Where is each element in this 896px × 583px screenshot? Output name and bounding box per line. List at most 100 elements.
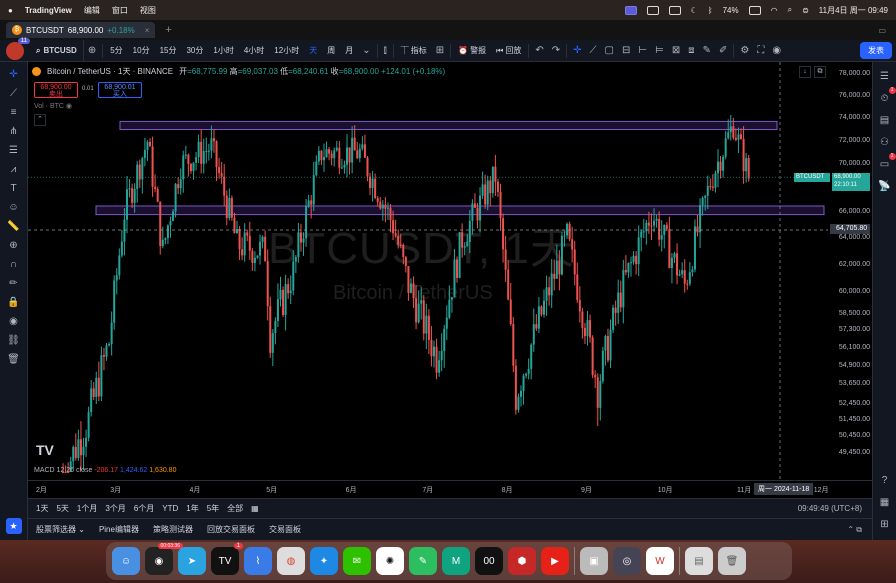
ruler-icon[interactable]: 📏 (4, 218, 24, 235)
emoji-icon[interactable]: ☺ (4, 199, 24, 216)
favorites-star-icon[interactable]: ★ (5, 518, 22, 534)
data-window-icon[interactable]: ▤ (877, 112, 893, 128)
crosshair-icon[interactable]: ✛ (4, 66, 24, 83)
crosshair-icon[interactable]: ✛ (569, 45, 585, 56)
eye-icon[interactable]: ◉ (4, 313, 24, 330)
tab-pine-editor[interactable]: Pine编辑器 (99, 524, 139, 535)
tab-strategy-tester[interactable]: 策略测试器 (153, 524, 193, 535)
horizontal-ray-icon[interactable]: ⊢ (634, 45, 651, 56)
pitchfork-icon[interactable]: ⋔ (4, 123, 24, 140)
replay-button[interactable]: ⏮ 回放 (491, 40, 526, 61)
trendline-icon[interactable]: ⟋ (586, 45, 601, 56)
tab-stock-screener[interactable]: 股票筛选器 ⌄ (36, 524, 85, 535)
pencil-lock-icon[interactable]: ✏ (4, 275, 24, 292)
battery-icon[interactable] (748, 5, 761, 15)
avatar[interactable]: 11 (6, 37, 30, 60)
pattern-icon[interactable]: ⩘ (4, 161, 24, 178)
interval-12h[interactable]: 12小时 (269, 40, 304, 61)
interval-5m[interactable]: 5分 (105, 40, 127, 61)
chrome-app-icon[interactable]: ◍ (277, 547, 305, 575)
interval-30m[interactable]: 30分 (181, 40, 208, 61)
marker-icon[interactable]: ✐ (715, 45, 731, 56)
finder-app-icon[interactable]: ☺ (112, 547, 140, 575)
calendar-icon[interactable]: ▦ (877, 494, 893, 510)
range-5y[interactable]: 5年 (207, 503, 219, 514)
range-1m[interactable]: 1个月 (77, 503, 97, 514)
brush-icon[interactable]: ✎ (699, 45, 715, 56)
wallet-icon[interactable] (668, 5, 681, 15)
screen-record-icon[interactable] (624, 5, 637, 15)
redo-icon[interactable]: ↷ (548, 45, 564, 56)
range-5d[interactable]: 5天 (56, 503, 68, 514)
menubar-item-view[interactable]: 视图 (140, 5, 156, 16)
trash-icon[interactable]: 🗑 (718, 547, 746, 575)
moon-icon[interactable]: ☾ (691, 6, 698, 15)
range-all[interactable]: 全部 (227, 503, 243, 514)
candlestick-chart[interactable] (28, 62, 872, 498)
grid-icon[interactable]: ⊞ (877, 516, 893, 532)
control-center-icon[interactable]: ⊜ (802, 6, 809, 15)
buy-button[interactable]: 68,900.01 买入 (98, 82, 142, 98)
tradingview-logo[interactable]: TV (36, 442, 54, 458)
watchlist-icon[interactable]: ☰ (877, 68, 893, 84)
eye-icon[interactable]: ◉ (66, 103, 72, 110)
horizontal-lines-icon[interactable]: ≡ (4, 104, 24, 121)
candle-type-icon[interactable]: ⫾ (380, 45, 391, 56)
timezone-clock[interactable]: 09:49:49 (UTC+8) (798, 504, 862, 513)
compare-add-icon[interactable]: ⊕ (84, 45, 100, 56)
interval-1w[interactable]: 周 (322, 40, 340, 61)
wifi-icon[interactable]: ◠ (771, 6, 778, 15)
pattern-icon[interactable]: ⊠ (668, 45, 684, 56)
arrow-down-icon[interactable]: ↓ (799, 66, 811, 78)
interval-1h[interactable]: 1小时 (208, 40, 238, 61)
interval-15m[interactable]: 15分 (155, 40, 182, 61)
templates-icon[interactable]: ⊞ (432, 45, 448, 56)
time-axis[interactable]: 2月 3月 4月 5月 6月 7月 8月 9月 10月 11月 12月 (28, 480, 872, 498)
range-1d[interactable]: 1天 (36, 503, 48, 514)
menubar-app-name[interactable]: TradingView (25, 6, 72, 15)
clock-app-icon[interactable]: 00 (475, 547, 503, 575)
maximize-icon[interactable]: ⧉ (814, 66, 826, 78)
apple-icon[interactable]: ● (8, 6, 13, 15)
tab-btcusdt[interactable]: ₿ BTCUSDT 68,900.00 +0.18% × (6, 22, 156, 38)
undo-icon[interactable]: ↶ (531, 45, 547, 56)
interval-4h[interactable]: 4小时 (239, 40, 269, 61)
publish-button[interactable]: 发表 (860, 42, 892, 59)
range-icon[interactable]: ⊟ (618, 45, 634, 56)
panel-controls[interactable]: ⌃ ⧉ (847, 525, 862, 535)
nba-app-icon[interactable]: ⬢ (508, 547, 536, 575)
close-icon[interactable]: × (145, 26, 150, 35)
alerts-clock-icon[interactable]: ⏲ 1 (877, 87, 896, 106)
hotlists-icon[interactable]: ⚇ (877, 134, 893, 150)
chatgpt-app-icon[interactable]: ✺ (376, 547, 404, 575)
recorder-app-icon[interactable]: ◉ 00:03:36 (145, 543, 183, 575)
youtube-app-icon[interactable]: ▶ (541, 547, 569, 575)
camera-icon[interactable]: ◉ (768, 45, 785, 56)
link-icon[interactable]: ⛓ (4, 332, 24, 349)
quicktime-app-icon[interactable]: ◎ (613, 547, 641, 575)
tradingview-app-icon[interactable]: TV 1 (211, 543, 243, 575)
signal-icon[interactable]: 📡 (877, 178, 893, 194)
fullscreen-icon[interactable]: ⛶ (753, 45, 768, 56)
range-3m[interactable]: 3个月 (105, 503, 125, 514)
wechat-app-icon[interactable]: ✉ (343, 547, 371, 575)
text-icon[interactable]: T (4, 180, 24, 197)
range-1y[interactable]: 1年 (186, 503, 198, 514)
price-range-icon[interactable]: ⧈ (684, 45, 698, 56)
goto-date-icon[interactable]: ▦ (251, 504, 259, 513)
help-icon[interactable]: ? (877, 472, 893, 488)
trendline-icon[interactable]: ⟋ (4, 85, 24, 102)
search-icon[interactable]: ⌕ (788, 5, 792, 15)
lock-icon[interactable]: 🔒 (4, 294, 24, 311)
interval-1mo[interactable]: 月 (340, 40, 358, 61)
mnote-app-icon[interactable]: M (442, 547, 470, 575)
evernote-app-icon[interactable]: ✎ (409, 547, 437, 575)
menubar-datetime[interactable]: 11月4日 周一 09:49 (819, 5, 888, 16)
sell-button[interactable]: 68,900.00 卖出 (34, 82, 78, 98)
telegram-app-icon[interactable]: ➤ (178, 547, 206, 575)
bluetooth-icon[interactable]: ᛒ (708, 6, 713, 15)
macd-label[interactable]: MACD 12 26 close (34, 467, 92, 474)
chat-icon[interactable]: ▭ 1 (877, 153, 896, 172)
archive-app-icon[interactable]: ▤ (685, 547, 713, 575)
tab-trading-panel[interactable]: 交易面板 (269, 524, 301, 535)
